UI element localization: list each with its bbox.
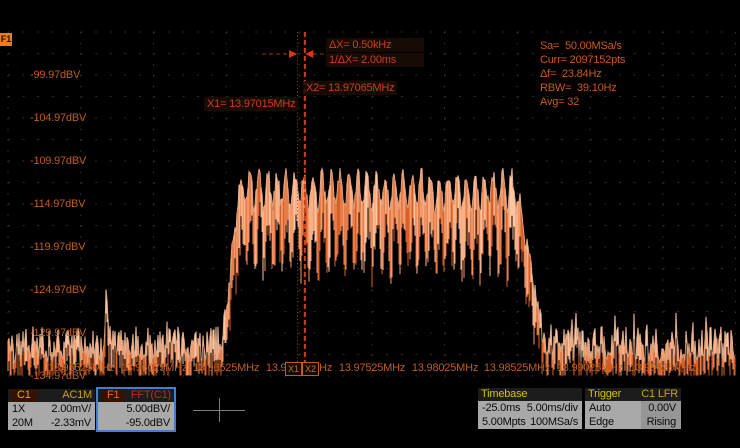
- y-axis-label: -114.97dBV: [30, 198, 85, 210]
- trigger-status-box[interactable]: Trigger C1 LFR Auto 0.00V Edge Rising: [585, 388, 681, 429]
- points-readout: Curr= 2097152pts: [540, 54, 625, 66]
- cursor-x1-readout: X1= 13.97015MHz: [204, 97, 298, 111]
- timebase-title: Timebase: [481, 388, 527, 401]
- delta-x-readout: ΔX= 0.50kHz: [326, 38, 424, 52]
- cursor-x2-handle[interactable]: X2: [302, 362, 319, 376]
- trigger-header: Trigger C1 LFR: [585, 388, 681, 401]
- f1-scale: 5.00dBV/: [126, 402, 170, 416]
- inv-delta-x-readout: 1/ΔX= 2.00ms: [326, 53, 424, 67]
- trigger-mode: Auto: [585, 401, 641, 415]
- trigger-source: C1 LFR: [641, 388, 678, 401]
- trigger-type: Edge: [585, 415, 641, 429]
- rbw-readout: RBW= 39.10Hz: [540, 82, 617, 94]
- f1-function: FFT(C1): [131, 389, 171, 402]
- x-axis-label: 13.99525MHz: [627, 362, 699, 374]
- timebase-scale: 5.00ms/div: [527, 401, 578, 415]
- oscilloscope-screen: F1 -99.97dBV -104.97dBV -109.97dBV -114.…: [0, 0, 740, 448]
- y-axis-label: -124.97dBV: [30, 284, 86, 296]
- timebase-status-box[interactable]: Timebase -25.0ms 5.00ms/div 5.00Mpts 100…: [478, 388, 582, 429]
- f1-name: F1: [101, 389, 125, 402]
- y-axis-label: -99.97dBV: [30, 69, 80, 81]
- f1-math-status-box[interactable]: F1 FFT(C1) 5.00dBV/ -95.0dBV: [96, 387, 176, 432]
- f1-reference: -95.0dBV: [126, 416, 170, 430]
- f1-trace-position-badge[interactable]: F1: [0, 33, 12, 46]
- sample-rate-readout: Sa= 50.00MSa/s: [540, 40, 622, 52]
- x-axis-label: 13.97525MHz: [336, 362, 408, 374]
- avg-readout: Avg= 32: [540, 96, 579, 108]
- channel1-offset: -2.33mV: [51, 416, 91, 430]
- x-axis-label: 13.95525MHz: [45, 362, 117, 374]
- y-axis-label: -129.97dBV: [30, 327, 86, 339]
- channel1-scale: 2.00mV/: [51, 402, 91, 416]
- y-axis-label: -104.97dBV: [30, 112, 86, 124]
- x-axis-label: 13.96525MHz: [190, 362, 262, 374]
- timebase-rate: 100MSa/s: [530, 415, 578, 429]
- x-axis-label: 13.96025MHz: [118, 362, 190, 374]
- trigger-level: 0.00V: [641, 401, 681, 415]
- delta-f-readout: Δf= 23.84Hz: [540, 68, 602, 80]
- channel1-header: C1 AC1M: [8, 389, 95, 402]
- y-axis-label: -109.97dBV: [30, 155, 86, 167]
- x-axis-label: 13.99025MHz: [554, 362, 626, 374]
- timebase-header: Timebase: [478, 388, 582, 401]
- graticule-crosshair-icon: [193, 398, 245, 422]
- cursor-x2-readout: X2= 13.97065MHz: [303, 81, 397, 95]
- x-axis-label: 13.98525MHz: [481, 362, 553, 374]
- channel1-probe: 1X: [12, 402, 25, 416]
- channel1-bandwidth: 20M: [12, 416, 33, 430]
- channel1-name: C1: [11, 389, 37, 402]
- channel1-coupling: AC1M: [62, 389, 92, 402]
- timebase-points: 5.00Mpts: [482, 415, 526, 429]
- y-axis-label: -119.97dBV: [30, 241, 85, 253]
- x-axis-label: 13.98025MHz: [409, 362, 481, 374]
- trigger-title: Trigger: [588, 388, 621, 401]
- cursor-x1-handle[interactable]: X1: [285, 362, 302, 376]
- timebase-delay: -25.0ms: [482, 401, 520, 415]
- trigger-slope: Rising: [641, 415, 681, 429]
- f1-header: F1 FFT(C1): [98, 389, 174, 402]
- channel1-status-box[interactable]: C1 AC1M 1X 2.00mV/ 20M -2.33mV: [8, 389, 95, 430]
